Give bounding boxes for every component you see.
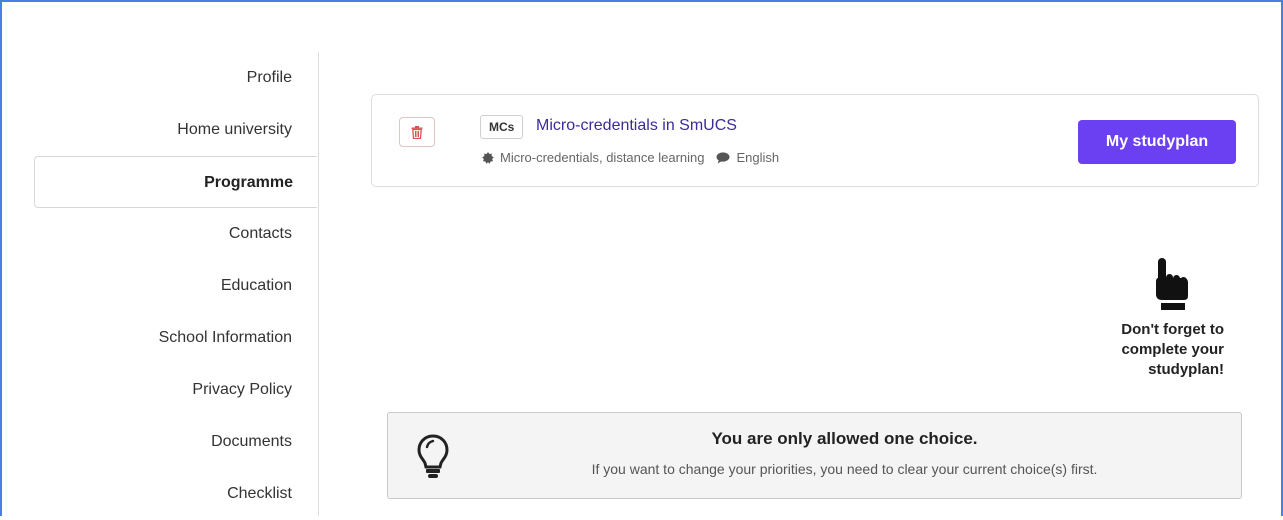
programme-type: Micro-credentials, distance learning <box>500 150 705 165</box>
studyplan-reminder-text: Don't forget to complete your studyplan! <box>1121 321 1224 378</box>
sidebar-item-documents[interactable]: Documents <box>0 416 292 468</box>
notice-title: You are only allowed one choice. <box>711 429 978 448</box>
programme-title-link[interactable]: Micro-credentials in SmUCS <box>536 115 737 137</box>
sidebar-item-privacy-policy[interactable]: Privacy Policy <box>0 364 292 416</box>
programme-meta: Micro-credentials, distance learning Eng… <box>482 150 779 165</box>
delete-programme-button[interactable] <box>399 117 435 147</box>
studyplan-reminder: Don't forget to complete your studyplan! <box>1080 256 1228 380</box>
my-studyplan-button[interactable]: My studyplan <box>1078 120 1236 164</box>
certificate-icon <box>482 151 494 164</box>
one-choice-notice: You are only allowed one choice. If you … <box>387 412 1242 499</box>
sidebar-item-school-information[interactable]: School Information <box>0 312 292 364</box>
sidebar-item-programme[interactable]: Programme <box>34 156 317 208</box>
notice-body: If you want to change your priorities, y… <box>591 461 1098 477</box>
programme-language-label: English <box>736 150 780 165</box>
sidebar-item-checklist[interactable]: Checklist <box>0 468 292 520</box>
trash-icon <box>411 125 423 139</box>
sidebar-item-contacts[interactable]: Contacts <box>0 208 292 260</box>
sidebar-item-education[interactable]: Education <box>0 260 292 312</box>
window-frame-top <box>0 0 1283 2</box>
speech-bubble-icon <box>716 151 730 163</box>
sidebar-item-profile[interactable]: Profile <box>0 52 292 104</box>
programme-card: MCs Micro-credentials in SmUCS Micro-cre… <box>371 94 1259 187</box>
programme-language: English <box>716 150 779 165</box>
programme-badge: MCs <box>480 115 524 139</box>
pointing-hand-icon <box>1156 258 1188 310</box>
sidebar-item-home-university[interactable]: Home university <box>0 104 292 156</box>
sidebar-nav: Profile Home university Programme Contac… <box>0 52 319 516</box>
